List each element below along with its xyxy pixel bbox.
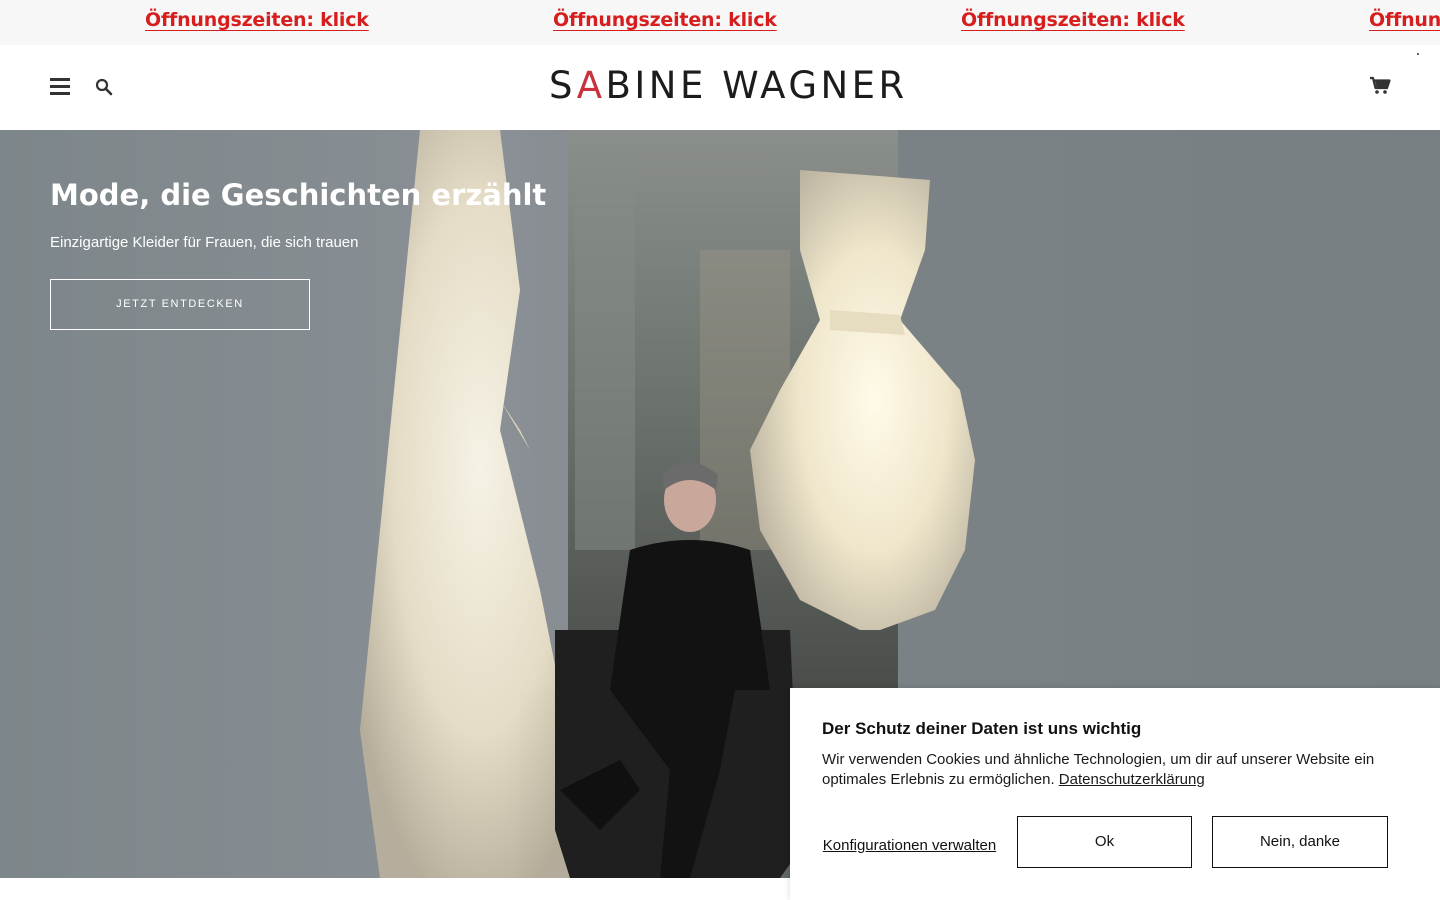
site-logo[interactable]: SABINE WAGNER xyxy=(549,64,904,108)
decline-button[interactable]: Nein, danke xyxy=(1212,816,1388,868)
discover-button[interactable]: JETZT ENTDECKEN xyxy=(50,279,310,330)
accept-button[interactable]: Ok xyxy=(1017,816,1192,868)
announcement-link[interactable]: Öffnungszeiten: klick xyxy=(961,9,1185,31)
hero-subtitle: Einzigartige Kleider für Frauen, die sic… xyxy=(50,234,359,251)
announcement-bar: Öffnungszeiten: klick Öffnungszeiten: kl… xyxy=(0,0,1440,45)
privacy-policy-link[interactable]: Datenschutzerklärung xyxy=(1059,771,1205,788)
hero-title: Mode, die Geschichten erzählt xyxy=(50,178,547,212)
decorative-dot xyxy=(1417,53,1419,55)
announcement-link[interactable]: Öffnung xyxy=(1369,9,1440,31)
announcement-link[interactable]: Öffnungszeiten: klick xyxy=(553,9,777,31)
search-icon[interactable] xyxy=(95,78,113,96)
site-header: SABINE WAGNER xyxy=(0,45,1440,130)
cookie-title: Der Schutz deiner Daten ist uns wichtig xyxy=(822,719,1142,738)
cookie-text: Wir verwenden Cookies und ähnliche Techn… xyxy=(822,750,1412,790)
cookie-banner: Der Schutz deiner Daten ist uns wichtig … xyxy=(790,688,1440,900)
manage-config-button[interactable]: Konfigurationen verwalten xyxy=(822,816,997,868)
hamburger-icon[interactable] xyxy=(50,78,70,95)
announcement-link[interactable]: Öffnungszeiten: klick xyxy=(145,9,369,31)
cart-icon[interactable] xyxy=(1369,75,1391,95)
